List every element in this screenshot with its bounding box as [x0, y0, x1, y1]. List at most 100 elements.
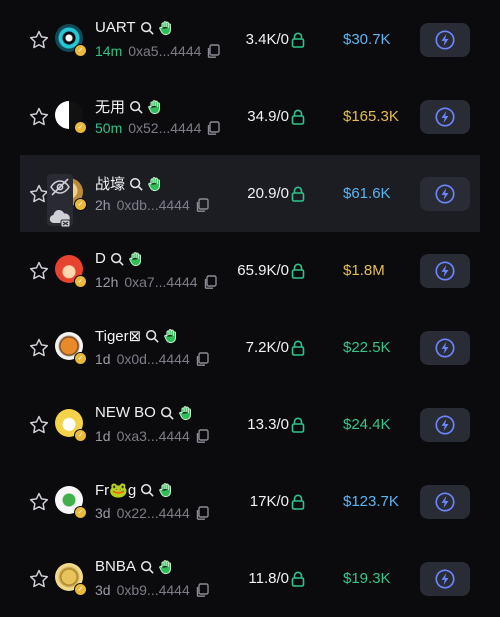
verified-badge-icon: ✓ [74, 506, 87, 519]
cloud-block-icon[interactable] [47, 205, 73, 231]
verified-badge-icon: ✓ [74, 352, 87, 365]
token-row[interactable]: ✓ UART 14m 0xa5...4444 3.4K/0 $30.7K [0, 1, 500, 78]
token-name-label: UART [95, 19, 136, 36]
waving-hand-icon[interactable] [158, 20, 173, 36]
lock-icon [291, 417, 305, 433]
copy-icon[interactable] [195, 583, 209, 597]
star-icon[interactable] [28, 414, 50, 436]
lock-icon [291, 494, 305, 510]
token-age: 3d [95, 582, 111, 598]
token-row[interactable]: ✓ 战壕 2h 0xdb...4444 20.9/0 $61.6K [20, 155, 480, 232]
market-cap: $30.7K [343, 31, 391, 48]
contract-address: 0xa5...4444 [128, 43, 202, 59]
market-cap: $165.3K [343, 108, 399, 125]
token-row[interactable]: ✓ BNBA 3d 0xb9...4444 11.8/0 $19.3K [0, 540, 500, 617]
token-name[interactable]: Fr🐸g [95, 481, 173, 499]
market-cap: $24.4K [343, 416, 391, 433]
quick-buy-button[interactable] [420, 331, 470, 365]
token-row[interactable]: ✓ 无用 50m 0x52...4444 34.9/0 $165.3K [0, 78, 500, 155]
copy-icon[interactable] [203, 275, 217, 289]
token-row[interactable]: ✓ Fr🐸g 3d 0x22...4444 17K/0 $123.7K [0, 463, 500, 540]
holder-stat: 11.8/0 [235, 570, 305, 587]
quick-buy-button[interactable] [420, 177, 470, 211]
hide-actions-panel[interactable] [47, 174, 73, 228]
lock-icon [291, 263, 305, 279]
lightning-icon [435, 492, 455, 512]
lock-icon [291, 340, 305, 356]
token-name[interactable]: UART [95, 19, 173, 36]
copy-icon[interactable] [206, 121, 221, 135]
lightning-icon [435, 415, 455, 435]
token-name[interactable]: D [95, 250, 143, 267]
waving-hand-icon[interactable] [128, 251, 143, 267]
token-name[interactable]: BNBA [95, 558, 173, 575]
token-age: 1d [95, 351, 111, 367]
token-name[interactable]: 战壕 [95, 173, 162, 194]
holder-stat-value: 17K/0 [249, 493, 289, 510]
search-icon[interactable] [140, 483, 154, 497]
quick-buy-button[interactable] [420, 100, 470, 134]
contract-address: 0xb9...4444 [116, 582, 190, 598]
search-icon[interactable] [110, 252, 124, 266]
verified-badge-icon: ✓ [74, 44, 87, 57]
lock-icon [291, 571, 305, 587]
token-row[interactable]: ✓ NEW BO 1d 0xa3...4444 13.3/0 $24.4K [0, 386, 500, 463]
hide-eye-icon[interactable] [47, 174, 73, 200]
search-icon[interactable] [129, 100, 143, 114]
lightning-icon [435, 261, 455, 281]
contract-address: 0x52...4444 [128, 120, 202, 136]
star-icon[interactable] [28, 260, 50, 282]
contract-address: 0xa3...4444 [116, 428, 190, 444]
waving-hand-icon[interactable] [158, 482, 173, 498]
copy-icon[interactable] [195, 198, 209, 212]
token-name[interactable]: NEW BO [95, 404, 193, 421]
market-cap: $19.3K [343, 570, 391, 587]
search-icon[interactable] [140, 21, 154, 35]
contract-address: 0xa7...4444 [124, 274, 198, 290]
waving-hand-icon[interactable] [178, 405, 193, 421]
token-row[interactable]: ✓ Tiger⊠ 1d 0x0d...4444 7.2K/0 $22.5K [0, 309, 500, 386]
holder-stat: 3.4K/0 [235, 31, 305, 48]
search-icon[interactable] [140, 560, 154, 574]
token-row[interactable]: ✓ D 12h 0xa7...4444 65.9K/0 $1.8M [0, 232, 500, 309]
token-name[interactable]: 无用 [95, 96, 162, 117]
verified-badge-icon: ✓ [74, 275, 87, 288]
star-icon[interactable] [28, 568, 50, 590]
waving-hand-icon[interactable] [147, 99, 162, 115]
holder-stat-value: 7.2K/0 [245, 339, 289, 356]
star-icon[interactable] [28, 29, 50, 51]
search-icon[interactable] [129, 177, 143, 191]
search-icon[interactable] [145, 329, 159, 343]
quick-buy-button[interactable] [420, 485, 470, 519]
copy-icon[interactable] [195, 506, 209, 520]
token-name[interactable]: Tiger⊠ [95, 327, 178, 345]
lightning-icon [435, 184, 455, 204]
search-icon[interactable] [160, 406, 174, 420]
waving-hand-icon[interactable] [147, 176, 162, 192]
holder-stat-value: 20.9/0 [247, 185, 289, 202]
holder-stat: 7.2K/0 [235, 339, 305, 356]
token-name-label: Tiger⊠ [95, 328, 142, 345]
lightning-icon [435, 107, 455, 127]
quick-buy-button[interactable] [420, 254, 470, 288]
quick-buy-button[interactable] [420, 23, 470, 57]
quick-buy-button[interactable] [420, 408, 470, 442]
holder-stat: 13.3/0 [235, 416, 305, 433]
market-cap: $22.5K [343, 339, 391, 356]
holder-stat-value: 13.3/0 [247, 416, 289, 433]
token-name-label: NEW BO [95, 404, 156, 421]
waving-hand-icon[interactable] [158, 559, 173, 575]
token-name-label: 战壕 [95, 176, 126, 193]
copy-icon[interactable] [195, 429, 209, 443]
lightning-icon [435, 338, 455, 358]
star-icon[interactable] [28, 337, 50, 359]
token-meta: 14m 0xa5...4444 [95, 43, 221, 59]
star-icon[interactable] [28, 106, 50, 128]
verified-badge-icon: ✓ [74, 583, 87, 596]
star-icon[interactable] [28, 491, 50, 513]
contract-address: 0x22...4444 [116, 505, 190, 521]
copy-icon[interactable] [195, 352, 209, 366]
token-name-label: D [95, 250, 106, 267]
waving-hand-icon[interactable] [163, 328, 178, 344]
copy-icon[interactable] [206, 44, 221, 58]
